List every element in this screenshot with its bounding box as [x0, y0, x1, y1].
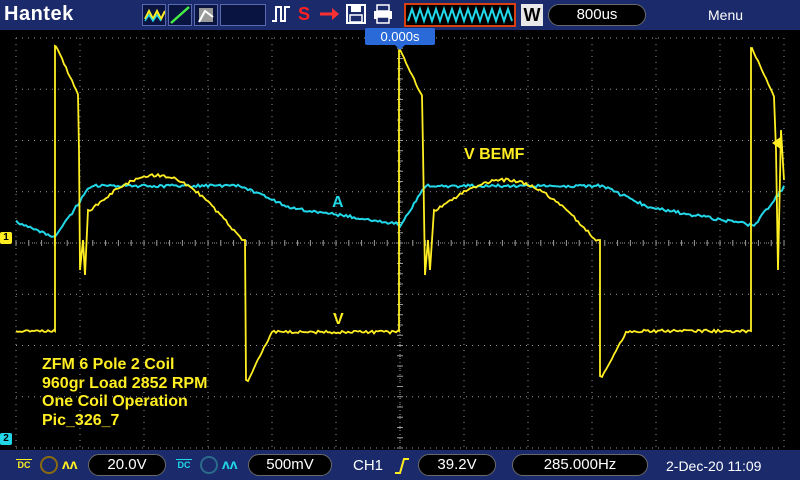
note-line: Pic_326_7 [42, 412, 207, 431]
ch2-scale-readout[interactable]: 500mV [248, 454, 332, 476]
current-label: A [332, 194, 344, 212]
trigger-time-marker[interactable]: 0.000s [365, 28, 435, 45]
bemf-label: V BEMF [464, 146, 524, 164]
trigger-source[interactable]: CH1 [353, 457, 383, 474]
ch1-scale-readout[interactable]: 20.0V [88, 454, 166, 476]
ch2-bandwidth-icon[interactable] [200, 456, 218, 474]
ch2-ground-marker[interactable]: 2 [0, 433, 12, 445]
note-line: 960gr Load 2852 RPM [42, 375, 207, 394]
frequency-readout: 285.000Hz [512, 454, 648, 476]
bottom-status-bar: DC ʌʌ 20.0V DC ʌʌ 500mV CH1 39.2V 285.00… [0, 450, 800, 480]
ch1-bandwidth-icon[interactable] [40, 456, 58, 474]
note-line: One Coil Operation [42, 393, 207, 412]
ch1-ground-marker[interactable]: 1 [0, 232, 12, 244]
ch1-coupling[interactable]: DC [16, 454, 32, 470]
annotation-notes: ZFM 6 Pole 2 Coil 960gr Load 2852 RPM On… [42, 356, 207, 430]
note-line: ZFM 6 Pole 2 Coil [42, 356, 207, 375]
ch2-coupling-label: DC [178, 460, 191, 470]
voltage-label: V [333, 311, 344, 329]
ch2-coupling[interactable]: DC [176, 454, 192, 470]
ch2-wave-icon[interactable]: ʌʌ [222, 456, 238, 472]
rising-edge-icon[interactable] [394, 457, 410, 480]
trigger-time-arrow-icon [394, 44, 406, 50]
trigger-level-marker-icon[interactable] [772, 136, 782, 150]
ch1-wave-icon[interactable]: ʌʌ [62, 456, 78, 472]
ch1-coupling-label: DC [18, 460, 31, 470]
trigger-level-readout[interactable]: 39.2V [418, 454, 496, 476]
date-time: 2-Dec-20 11:09 [666, 458, 761, 474]
